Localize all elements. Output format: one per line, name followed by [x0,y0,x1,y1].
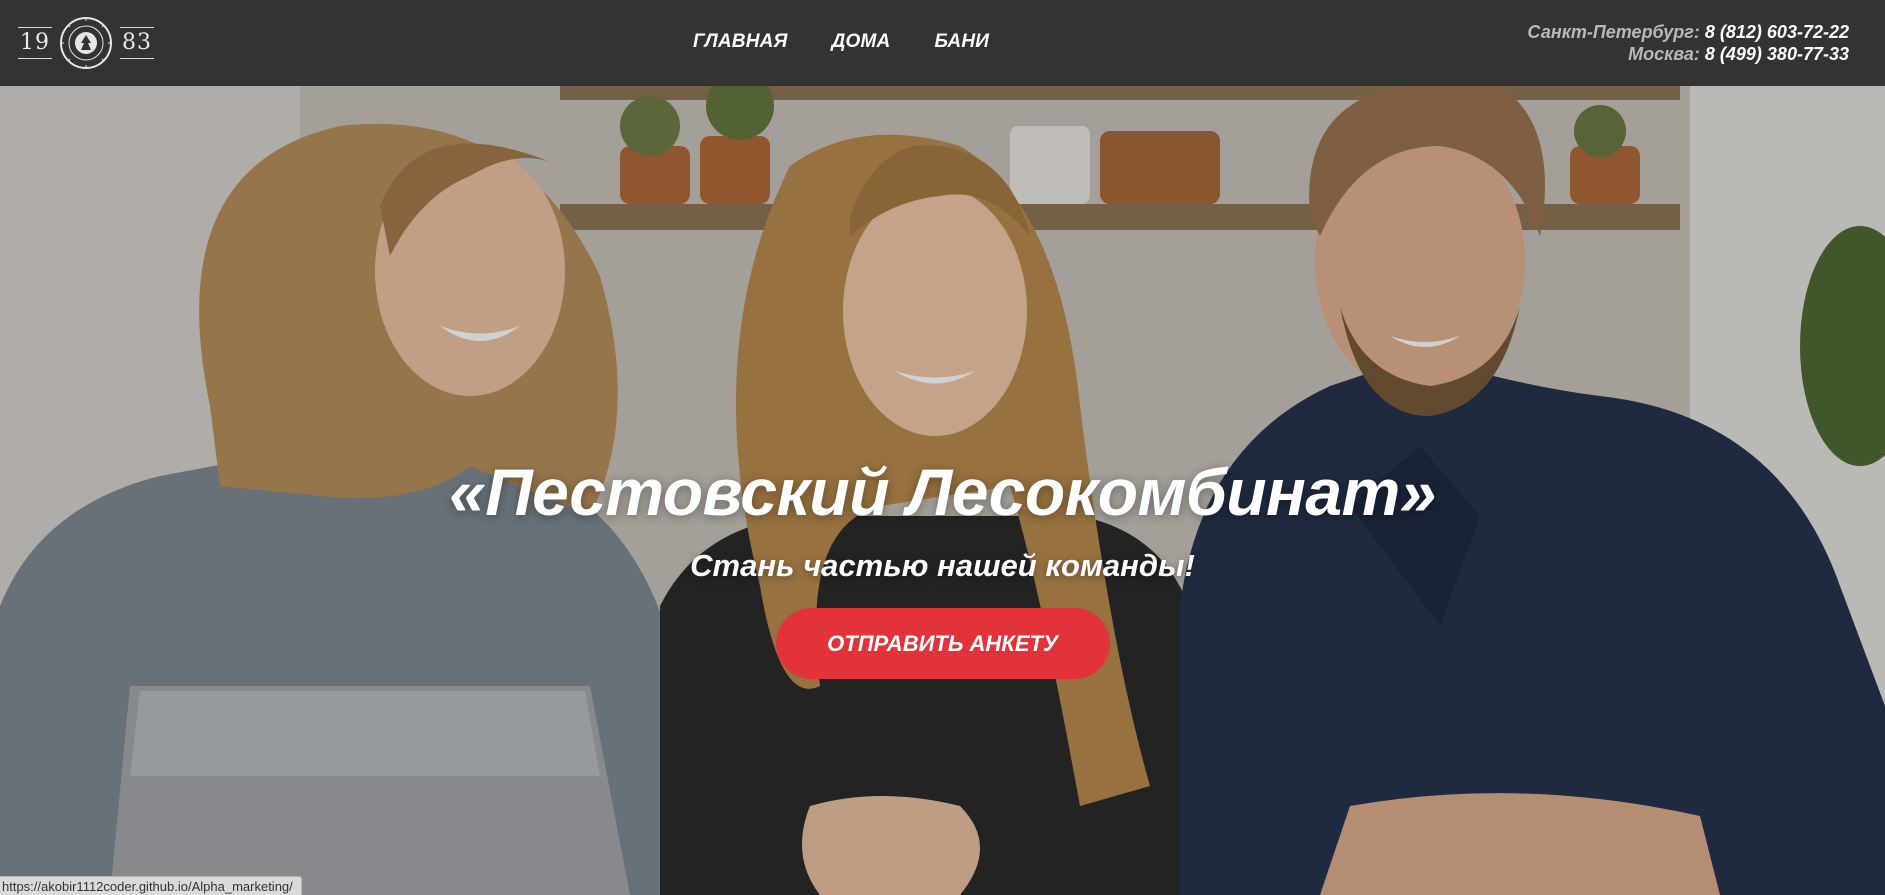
status-bar-url: https://akobir1112coder.github.io/Alpha_… [0,876,302,895]
nav-item-baths[interactable]: БАНИ [934,31,989,53]
nav-item-home[interactable]: ГЛАВНАЯ [693,31,788,53]
send-application-button[interactable]: ОТПРАВИТЬ АНКЕТУ [775,608,1110,679]
hero-content: «Пестовский Лесокомбинат» Стань частью н… [0,454,1885,679]
contact-spb-city: Санкт-Петербург: [1527,22,1700,42]
contact-msk-phone[interactable]: 8 (499) 380-77-33 [1705,44,1849,64]
contact-msk: Москва: 8 (499) 380-77-33 [1527,43,1849,65]
logo-year-left: 19 [18,27,52,59]
nav-item-houses[interactable]: ДОМА [832,31,891,53]
logo[interactable]: 19 83 [18,15,154,71]
logo-year-right: 83 [120,27,154,59]
seal-icon [60,17,112,69]
hero-subtitle: Стань частью нашей команды! [690,548,1195,583]
contacts: Санкт-Петербург: 8 (812) 603-72-22 Москв… [1527,21,1849,65]
main-nav: ГЛАВНАЯ ДОМА БАНИ [693,31,989,53]
site-header: 19 83 ГЛАВНАЯ ДОМА БАНИ Санкт-Петербург:… [0,0,1885,86]
contact-spb: Санкт-Петербург: 8 (812) 603-72-22 [1527,21,1849,43]
contact-spb-phone[interactable]: 8 (812) 603-72-22 [1705,22,1849,42]
hero-section: «Пестовский Лесокомбинат» Стань частью н… [0,86,1885,895]
hero-title: «Пестовский Лесокомбинат» [449,455,1436,529]
contact-msk-city: Москва: [1628,44,1700,64]
